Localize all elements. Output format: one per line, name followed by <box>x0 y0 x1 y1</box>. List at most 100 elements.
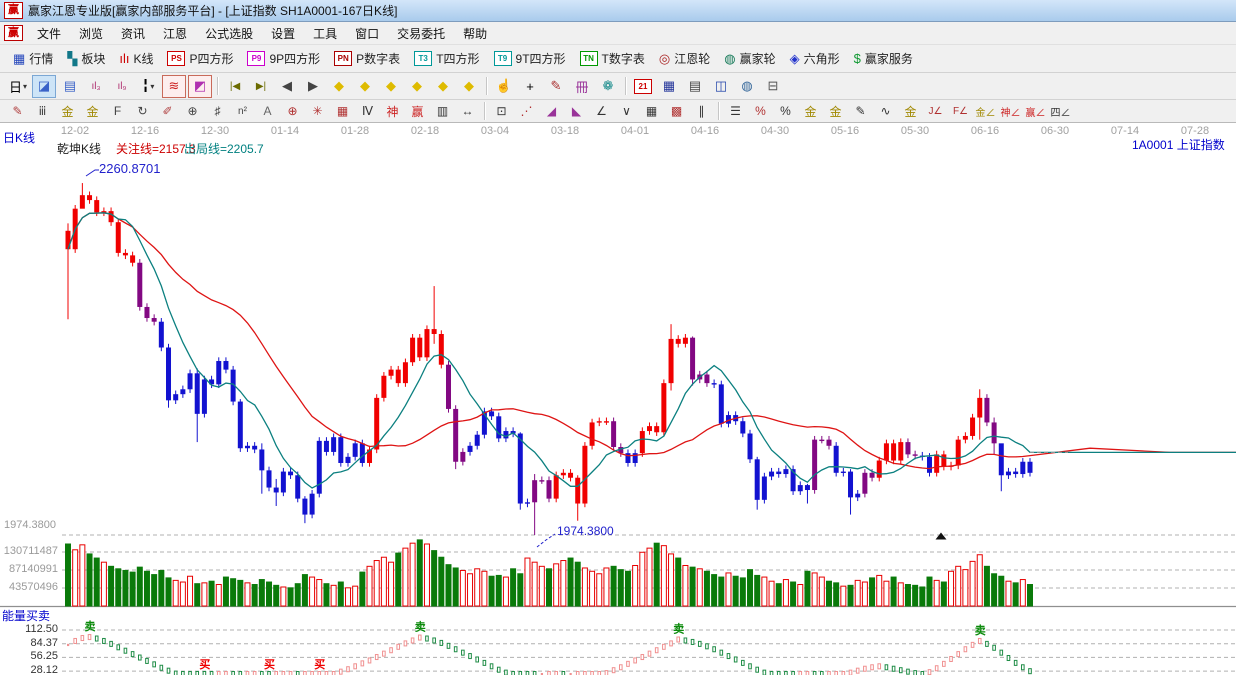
chart-3-icon[interactable]: ıl₃ <box>84 75 108 98</box>
gold-circle-icon[interactable]: 金 <box>799 101 822 122</box>
toolbar-9p-square[interactable]: P99P四方形 <box>240 47 327 71</box>
circle-cross-icon[interactable]: ⊕ <box>181 101 204 122</box>
nav-first-icon[interactable]: |◀ <box>223 75 247 98</box>
nav-last-icon[interactable]: ▶| <box>249 75 273 98</box>
count-lines-icon[interactable]: Ⅳ <box>356 101 379 122</box>
rays-icon[interactable]: ⋰ <box>515 101 538 122</box>
menu-工具[interactable]: 工具 <box>304 24 346 44</box>
sharp-ruler-icon[interactable]: ♯ <box>206 101 229 122</box>
calendar-icon[interactable]: 21 <box>631 75 655 98</box>
chart-9-icon[interactable]: ıl₉ <box>110 75 134 98</box>
save-icon[interactable]: ◫ <box>709 75 733 98</box>
toolbar-winner-service[interactable]: $赢家服务 <box>847 47 920 71</box>
toolbar-hexagon[interactable]: ◈六角形 <box>783 47 847 71</box>
gann-diamond-cross-icon[interactable]: ◆ <box>457 75 481 98</box>
gold-line-icon[interactable]: 金 <box>824 101 847 122</box>
gold-angle-base-icon[interactable]: 金 <box>899 101 922 122</box>
gold-angle-icon[interactable]: 金∠ <box>974 101 997 122</box>
kline-chart-canvas[interactable]: 卖卖卖卖买买买 <box>0 123 1236 675</box>
wave-tool-icon[interactable]: ∿ <box>874 101 897 122</box>
pattern-window-icon[interactable]: ◪ <box>32 75 56 98</box>
gold-gate-1-icon[interactable]: 金 <box>56 101 79 122</box>
candle-period-dropdown-icon[interactable]: ╏▾ <box>136 75 160 98</box>
menu-公式选股[interactable]: 公式选股 <box>196 24 262 44</box>
vertical-lines-icon[interactable]: ⅲ <box>31 101 54 122</box>
info-board-icon[interactable]: ▤ <box>58 75 82 98</box>
menu-交易委托[interactable]: 交易委托 <box>388 24 454 44</box>
calculator-icon[interactable]: ▦ <box>657 75 681 98</box>
multi-color-chart-icon[interactable]: ◩ <box>188 75 212 98</box>
web-grid-icon[interactable]: ▦ <box>331 101 354 122</box>
menu-设置[interactable]: 设置 <box>262 24 304 44</box>
fan-down-icon[interactable]: ◢ <box>540 101 563 122</box>
trend-angle-icon[interactable]: ∠ <box>590 101 613 122</box>
percent-icon[interactable]: % <box>774 101 797 122</box>
shen-grid-icon[interactable]: 神 <box>381 101 404 122</box>
toolbar-winner-wheel[interactable]: ◍赢家轮 <box>717 47 782 71</box>
spiral-tool-icon[interactable]: ❁ <box>596 75 620 98</box>
report-icon[interactable]: ▤ <box>683 75 707 98</box>
toolbar-quotes[interactable]: ▦行情 <box>6 47 60 71</box>
fan-up-icon[interactable]: ◣ <box>565 101 588 122</box>
gann-diamond-burst-icon[interactable]: ◆ <box>431 75 455 98</box>
four-angle-icon[interactable]: 四∠ <box>1049 101 1072 122</box>
hand-tool-icon[interactable]: ☝ <box>492 75 516 98</box>
gann-square-tool-icon[interactable]: 冊 <box>570 75 594 98</box>
gann-diamond-star-icon[interactable]: ◆ <box>405 75 429 98</box>
toolbar-t-square[interactable]: T3T四方形 <box>407 47 486 71</box>
menu-帮助[interactable]: 帮助 <box>454 24 496 44</box>
parallel-icon[interactable]: ∥ <box>690 101 713 122</box>
ex-rights-icon[interactable]: ≋ <box>162 75 186 98</box>
draw-line-tool-icon[interactable]: ✎ <box>544 75 568 98</box>
toolbar-kline[interactable]: ılıK线 <box>112 47 160 71</box>
mirror-a-icon[interactable]: A <box>256 101 279 122</box>
toolbar-t-number-table[interactable]: TNT数字表 <box>573 47 652 71</box>
period-day-dropdown-icon[interactable]: 日▾ <box>6 75 30 98</box>
nav-prev-icon[interactable]: ◀ <box>275 75 299 98</box>
toolbar-p-number-table[interactable]: PNP数字表 <box>327 47 407 71</box>
width-measure-icon[interactable]: ↔ <box>456 101 479 122</box>
brush-tool-icon[interactable]: ✎ <box>849 101 872 122</box>
net-export-icon[interactable]: ◍ <box>735 75 759 98</box>
kline-icon: ılı <box>119 52 129 66</box>
menu-江恩[interactable]: 江恩 <box>154 24 196 44</box>
vee-tool-icon[interactable]: ∨ <box>615 101 638 122</box>
gann-diamond-right-icon[interactable]: ◆ <box>353 75 377 98</box>
pencil-icon[interactable]: ✎ <box>6 101 29 122</box>
f-tool-icon[interactable]: F <box>106 101 129 122</box>
ying-angle-icon[interactable]: 赢∠ <box>1024 101 1047 122</box>
nav-next-icon[interactable]: ▶ <box>301 75 325 98</box>
grid-a-icon[interactable]: ▦ <box>640 101 663 122</box>
toolbar-p-square[interactable]: PSP四方形 <box>160 47 240 71</box>
toolbar-sectors[interactable]: ▚板块 <box>60 47 112 71</box>
pencil-angle-icon[interactable]: ✐ <box>156 101 179 122</box>
crosshair-tool-icon[interactable]: + <box>518 75 542 98</box>
rotate-tool-icon[interactable]: ↻ <box>131 101 154 122</box>
toolbar-separator <box>217 77 218 95</box>
grid-b-icon[interactable]: ▩ <box>665 101 688 122</box>
percent-line-icon[interactable]: % <box>749 101 772 122</box>
menu-窗口[interactable]: 窗口 <box>346 24 388 44</box>
toolbar-gann-wheel[interactable]: ◎江恩轮 <box>652 47 717 71</box>
chart-area[interactable]: 卖卖卖卖买买买 12-0212-1612-3001-1401-2802-1803… <box>0 123 1236 675</box>
star-grid-icon[interactable]: ✳ <box>306 101 329 122</box>
scale-tool-icon[interactable]: ☰ <box>724 101 747 122</box>
shen-angle-icon[interactable]: 神∠ <box>999 101 1022 122</box>
gann-diamond-expand-icon[interactable]: ◆ <box>379 75 403 98</box>
n-squared-icon[interactable]: n² <box>231 101 254 122</box>
toolbar-9t-square[interactable]: T99T四方形 <box>487 47 573 71</box>
menu-浏览[interactable]: 浏览 <box>70 24 112 44</box>
gann-diamond-left-icon[interactable]: ◆ <box>327 75 351 98</box>
print-icon[interactable]: ⊟ <box>761 75 785 98</box>
ying-grid-icon[interactable]: 赢 <box>406 101 429 122</box>
ruler-123-icon[interactable]: ▥ <box>431 101 454 122</box>
menu-资讯[interactable]: 资讯 <box>112 24 154 44</box>
sell-signal-label: 卖 <box>415 620 426 634</box>
toolbar-separator <box>484 102 485 120</box>
menu-文件[interactable]: 文件 <box>28 24 70 44</box>
target-red-icon[interactable]: ⊕ <box>281 101 304 122</box>
j-angle-icon[interactable]: J∠ <box>924 101 947 122</box>
box-select-icon[interactable]: ⊡ <box>490 101 513 122</box>
gold-gate-2-icon[interactable]: 金 <box>81 101 104 122</box>
f-angle-icon[interactable]: F∠ <box>949 101 972 122</box>
